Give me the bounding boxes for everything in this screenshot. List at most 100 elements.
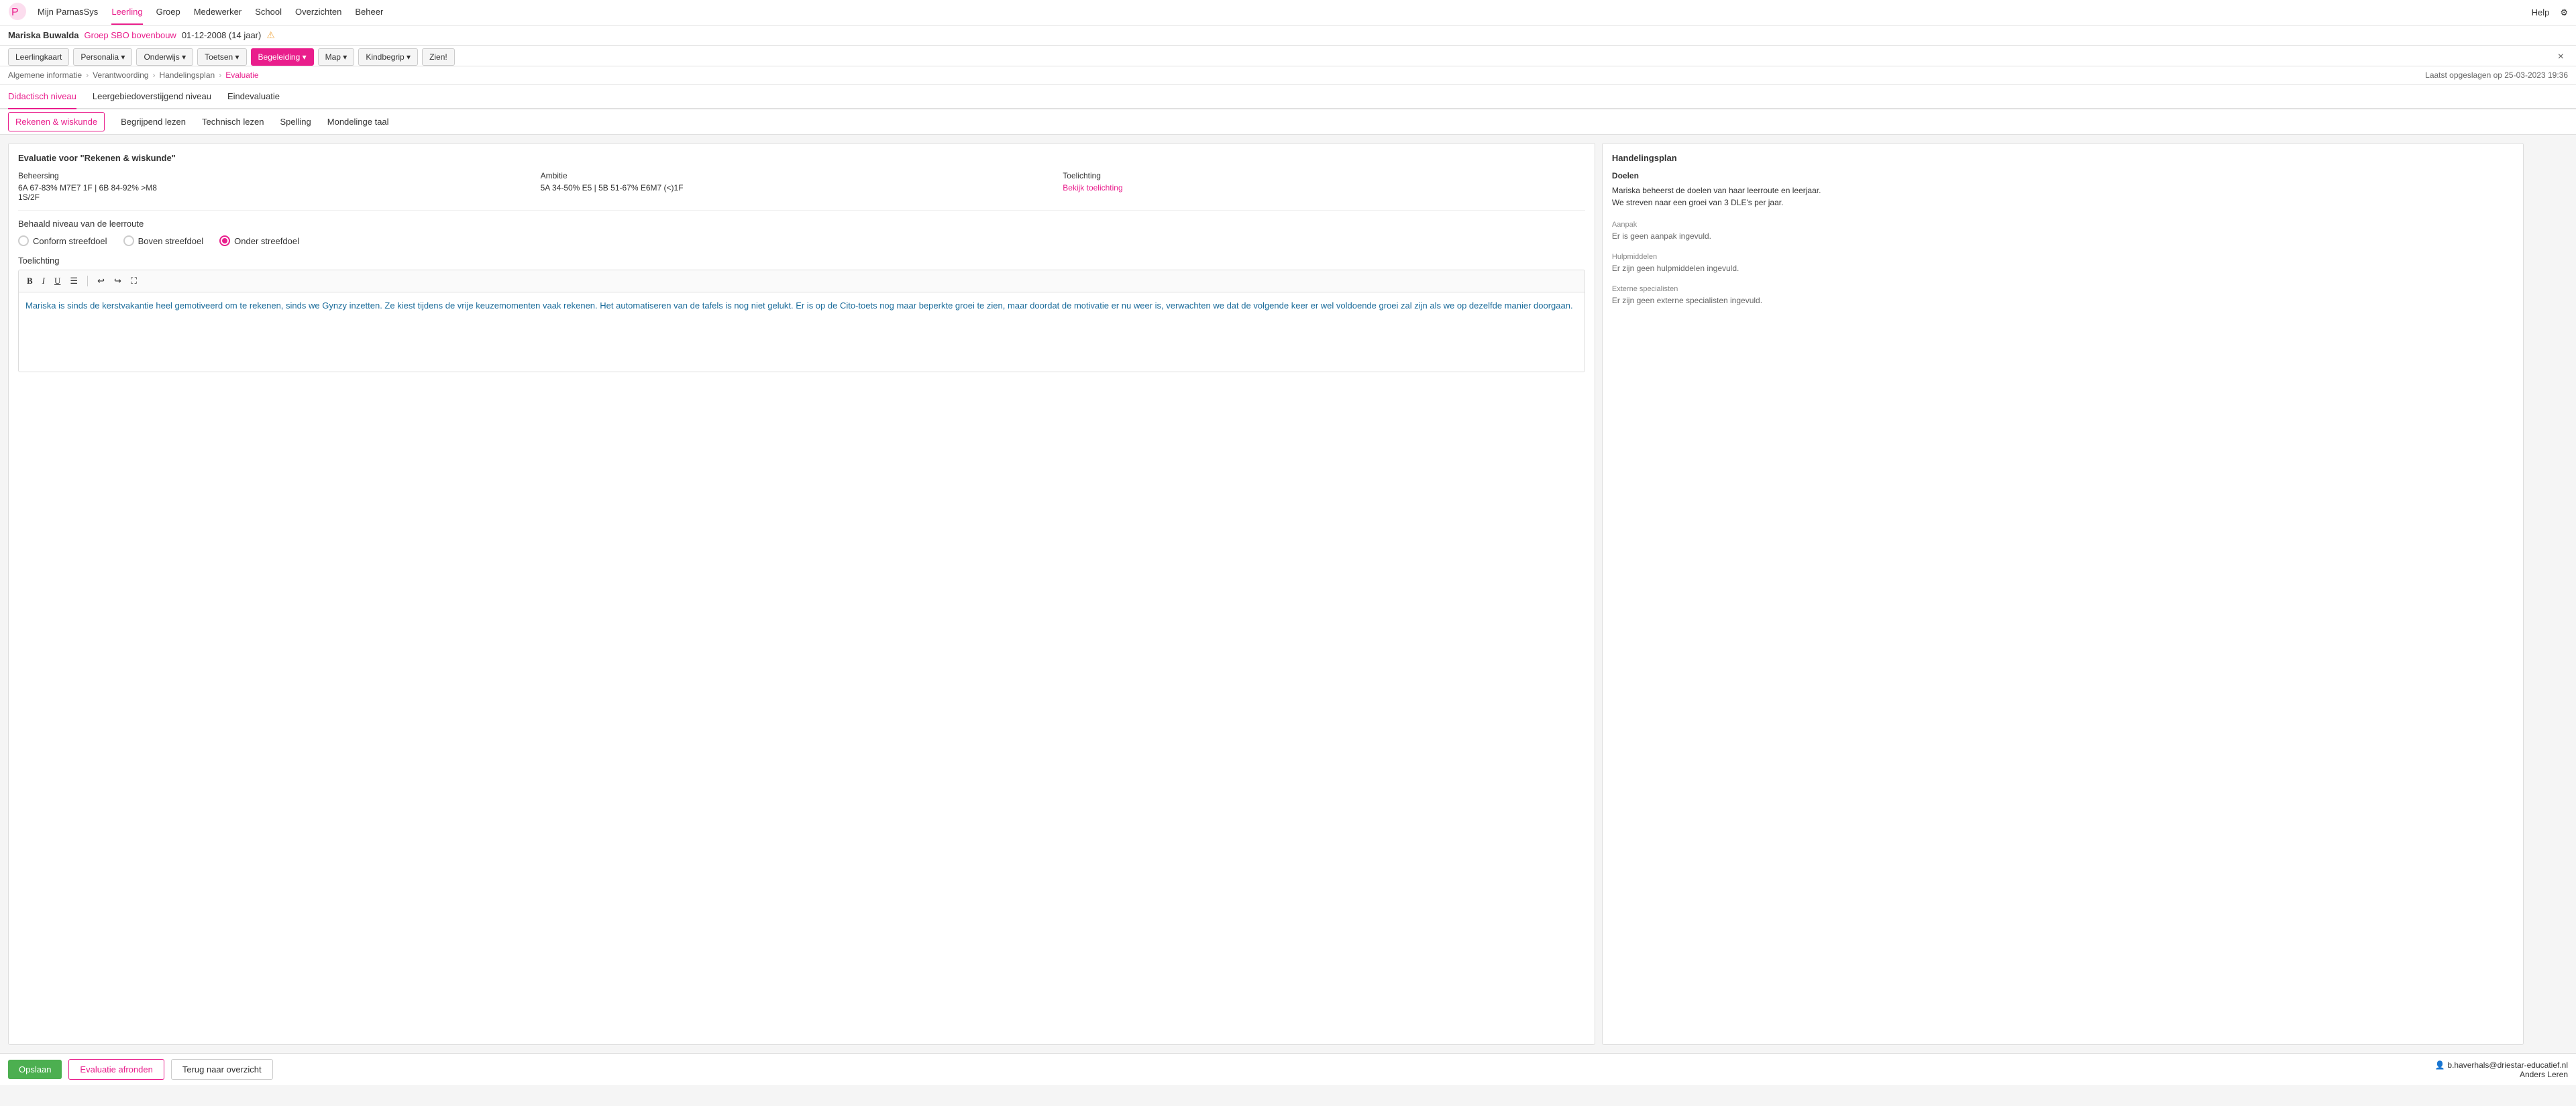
tab-close-icon[interactable]: × [2554,50,2568,64]
ambitie-label: Ambitie [541,171,1063,180]
breadcrumb-sep-3: › [219,70,221,80]
nav-help[interactable]: Help [2532,7,2550,17]
tab-map[interactable]: Map [318,48,355,66]
sub-tab-technisch[interactable]: Technisch lezen [202,109,264,134]
breadcrumb-handelingsplan[interactable]: Handelingsplan [159,70,215,80]
tab-leerlingkaart[interactable]: Leerlingkaart [8,48,69,66]
breadcrumb-sep-1: › [86,70,89,80]
nav-school[interactable]: School [255,0,282,25]
student-group[interactable]: Groep SBO bovenbouw [85,30,176,40]
radio-circle-onder [219,235,230,246]
hp-aanpak-label: Aanpak [1612,221,2514,229]
sub-tab-mondelinge[interactable]: Mondelinge taal [327,109,389,134]
app-logo: P [8,2,27,23]
radio-boven-label: Boven streefdoel [138,236,204,246]
hp-externe-label: Externe specialisten [1612,285,2514,293]
toolbar-list[interactable]: ☰ [67,274,80,288]
main-tab-leergebied[interactable]: Leergebiedoverstijgend niveau [93,85,211,109]
toelichting-header-label: Toelichting [1063,171,1585,180]
student-name: Mariska Buwalda [8,30,79,40]
footer: Opslaan Evaluatie afronden Terug naar ov… [0,1053,2576,1085]
breadcrumb-bar: Algemene informatie › Verantwoording › H… [0,66,2576,85]
user-org: Anders Leren [2434,1070,2568,1079]
save-button[interactable]: Opslaan [8,1060,62,1079]
editor-toolbar: B I U ☰ ↩ ↪ ⛶ [18,270,1585,292]
nav-items: Mijn ParnasSys Leerling Groep Medewerker… [38,0,2532,25]
nav-right: Help ⚙ [2532,7,2568,18]
sub-tab-spelling[interactable]: Spelling [280,109,311,134]
tab-personalia[interactable]: Personalia [73,48,132,66]
nav-mijn-parnassys[interactable]: Mijn ParnasSys [38,0,98,25]
hp-hulpmiddelen-text: Er zijn geen hulpmiddelen ingevuld. [1612,264,2514,273]
sub-tab-begrijpend[interactable]: Begrijpend lezen [121,109,186,134]
sub-tabs: Rekenen & wiskunde Begrijpend lezen Tech… [0,109,2576,135]
ambitie-value: 5A 34-50% E5 | 5B 51-67% E6M7 (<)1F [541,183,1063,192]
tab-bar: Leerlingkaart Personalia Onderwijs Toets… [0,46,2576,66]
niveau-section: Behaald niveau van de leerroute Conform … [18,219,1585,246]
afronden-button[interactable]: Evaluatie afronden [68,1059,164,1080]
editor-textarea[interactable]: Mariska is sinds de kerstvakantie heel g… [18,292,1585,372]
toolbar-bold[interactable]: B [24,274,36,288]
nav-medewerker[interactable]: Medewerker [194,0,242,25]
radio-group: Conform streefdoel Boven streefdoel Onde… [18,235,1585,246]
student-dob: 01-12-2008 (14 jaar) [182,30,262,40]
content-area: Evaluatie voor "Rekenen & wiskunde" Behe… [0,135,2576,1053]
radio-onder[interactable]: Onder streefdoel [219,235,299,246]
beheersing-value: 6A 67-83% M7E7 1F | 6B 84-92% >M8 1S/2F [18,183,541,202]
tab-onderwijs[interactable]: Onderwijs [136,48,193,66]
radio-circle-boven [123,235,134,246]
beheersing-label: Beheersing [18,171,541,180]
hp-title: Handelingsplan [1612,153,2514,163]
editor-text: Mariska is sinds de kerstvakantie heel g… [25,299,1578,313]
main-tab-didactisch[interactable]: Didactisch niveau [8,85,76,109]
terug-button[interactable]: Terug naar overzicht [171,1059,273,1080]
breadcrumb: Algemene informatie › Verantwoording › H… [8,70,259,80]
niveau-label: Behaald niveau van de leerroute [18,219,1585,229]
main-tabs: Didactisch niveau Leergebiedoverstijgend… [0,85,2576,109]
radio-circle-conform [18,235,29,246]
eval-toelichting-col: Toelichting Bekijk toelichting [1063,171,1585,202]
main-tab-eindevaluatie[interactable]: Eindevaluatie [227,85,280,109]
footer-user: 👤 b.haverhals@driestar-educatief.nl Ande… [2434,1060,2568,1079]
nav-settings-icon[interactable]: ⚙ [2560,7,2568,18]
nav-groep[interactable]: Groep [156,0,180,25]
toolbar-redo[interactable]: ↪ [111,274,124,288]
nav-leerling[interactable]: Leerling [111,0,142,25]
hp-externe: Externe specialisten Er zijn geen extern… [1612,285,2514,305]
hp-doelen: Doelen Mariska beheerst de doelen van ha… [1612,171,2514,209]
hp-doelen-text: Mariska beheerst de doelen van haar leer… [1612,184,2514,209]
radio-conform[interactable]: Conform streefdoel [18,235,107,246]
toolbar-expand[interactable]: ⛶ [128,274,140,288]
breadcrumb-verantwoording[interactable]: Verantwoording [93,70,148,80]
toolbar-underline[interactable]: U [52,274,63,288]
last-saved: Laatst opgeslagen op 25-03-2023 19:36 [2425,70,2568,80]
breadcrumb-evaluatie: Evaluatie [225,70,258,80]
nav-beheer[interactable]: Beheer [355,0,383,25]
bekijk-toelichting-link[interactable]: Bekijk toelichting [1063,183,1585,192]
toolbar-undo[interactable]: ↩ [95,274,107,288]
hp-aanpak-text: Er is geen aanpak ingevuld. [1612,231,2514,241]
tab-begeleiding[interactable]: Begeleiding [251,48,314,66]
breadcrumb-sep-2: › [152,70,155,80]
breadcrumb-algemene[interactable]: Algemene informatie [8,70,82,80]
top-nav: P Mijn ParnasSys Leerling Groep Medewerk… [0,0,2576,25]
toolbar-sep [87,276,88,286]
tab-toetsen[interactable]: Toetsen [197,48,246,66]
toolbar-italic[interactable]: I [40,274,48,288]
right-panel: Handelingsplan Doelen Mariska beheerst d… [1602,143,2524,1045]
hp-externe-text: Er zijn geen externe specialisten ingevu… [1612,296,2514,305]
hp-aanpak: Aanpak Er is geen aanpak ingevuld. [1612,221,2514,241]
tab-kindbegrip[interactable]: Kindbegrip [358,48,418,66]
eval-ambitie-col: Ambitie 5A 34-50% E5 | 5B 51-67% E6M7 (<… [541,171,1063,202]
user-email: b.haverhals@driestar-educatief.nl [2447,1060,2568,1070]
toelichting-label: Toelichting [18,256,1585,266]
eval-beheersing-col: Beheersing 6A 67-83% M7E7 1F | 6B 84-92%… [18,171,541,202]
eval-grid: Beheersing 6A 67-83% M7E7 1F | 6B 84-92%… [18,171,1585,211]
sub-tab-rekenen[interactable]: Rekenen & wiskunde [8,112,105,131]
hp-hulpmiddelen-label: Hulpmiddelen [1612,253,2514,261]
tab-zien[interactable]: Zien! [422,48,455,66]
nav-overzichten[interactable]: Overzichten [295,0,341,25]
radio-boven[interactable]: Boven streefdoel [123,235,204,246]
svg-text:P: P [11,7,19,18]
radio-conform-label: Conform streefdoel [33,236,107,246]
